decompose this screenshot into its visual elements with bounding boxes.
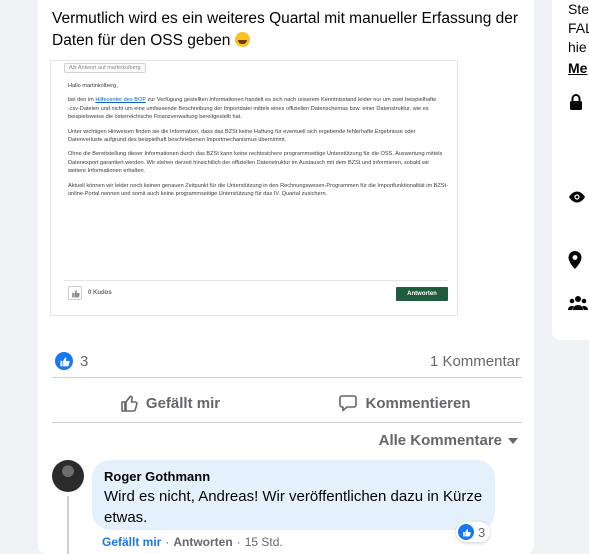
like-button[interactable]: Gefällt mir bbox=[52, 386, 287, 420]
kudos-count: 0 Kudos bbox=[88, 290, 112, 296]
comment-sort-dropdown[interactable]: Alle Kommentare bbox=[379, 432, 518, 449]
comment-label: Kommentieren bbox=[365, 394, 471, 412]
screenshot-body: Hallo martinkolberg, bei den im Hilfecen… bbox=[68, 82, 448, 204]
right-sidebar: Ste FAL hie Me bbox=[552, 0, 589, 340]
post-text: Vermutlich wird es ein weiteres Quartal … bbox=[52, 8, 522, 52]
divider bbox=[52, 377, 522, 378]
comment-time[interactable]: 15 Std. bbox=[245, 535, 283, 549]
eye-icon bbox=[569, 191, 585, 203]
comment-like-link[interactable]: Gefällt mir bbox=[102, 535, 161, 549]
attached-screenshot[interactable]: Als Antwort auf martinkolberg Hallo mart… bbox=[50, 60, 458, 316]
paragraph-4: Aktuell können wir leider noch keinen ge… bbox=[68, 182, 448, 198]
reaction-count[interactable]: 3 bbox=[80, 353, 88, 370]
sidebar-text: FAL bbox=[568, 20, 589, 36]
like-reaction-icon bbox=[55, 352, 73, 370]
post-card: Vermutlich wird es ein weiteres Quartal … bbox=[38, 0, 534, 554]
location-pin-icon bbox=[568, 251, 582, 269]
reactions-summary[interactable]: 3 1 Kommentar bbox=[52, 350, 522, 374]
post-body: Vermutlich wird es ein weiteres Quartal … bbox=[52, 10, 519, 49]
comment-author[interactable]: Roger Gothmann bbox=[104, 469, 210, 484]
comment-text: Wird es nicht, Andreas! Wir veröffentlic… bbox=[104, 488, 483, 526]
paragraph-1: bei den im Hilfecenter des BOP zur Verfü… bbox=[68, 97, 437, 121]
crying-face-emoji-icon bbox=[234, 32, 250, 47]
group-icon bbox=[568, 296, 588, 310]
greeting: Hallo martinkolberg, bbox=[68, 83, 118, 89]
kudos-thumb-icon bbox=[68, 286, 82, 300]
comment-reaction-count: 3 bbox=[478, 524, 486, 540]
comment-bubble: Roger Gothmann Wird es nicht, Andreas! W… bbox=[92, 460, 495, 530]
paragraph-2: Unter wichtigen Hinweisen finden sie die… bbox=[68, 128, 416, 144]
quote-label: Als Antwort auf martinkolberg bbox=[64, 63, 146, 73]
comment-reply-link[interactable]: Antworten bbox=[173, 535, 232, 549]
screenshot-divider bbox=[64, 280, 448, 281]
thread-line bbox=[67, 496, 69, 554]
commenter-avatar[interactable] bbox=[52, 460, 84, 492]
comment-button[interactable]: Kommentieren bbox=[287, 386, 522, 420]
separator: · bbox=[236, 535, 241, 549]
chevron-down-icon bbox=[508, 437, 518, 444]
sidebar-text: Ste bbox=[568, 1, 589, 17]
sort-label: Alle Kommentare bbox=[378, 432, 502, 449]
sidebar-text: hie bbox=[568, 39, 587, 55]
comment-count[interactable]: 1 Kommentar bbox=[430, 353, 520, 370]
sidebar-more-link[interactable]: Me bbox=[568, 59, 587, 78]
hilfecenter-link: Hilfecenter des BOP bbox=[95, 97, 146, 104]
divider bbox=[52, 422, 522, 423]
lock-icon bbox=[570, 94, 582, 110]
comment-icon bbox=[339, 395, 358, 412]
separator: · bbox=[165, 535, 170, 549]
screenshot-reply-button: Antworten bbox=[396, 287, 448, 301]
comment-meta: Gefällt mir · Antworten · 15 Std. bbox=[102, 535, 283, 549]
like-label: Gefällt mir bbox=[145, 394, 221, 412]
like-reaction-icon bbox=[458, 524, 474, 540]
comment-reactions[interactable]: 3 bbox=[456, 522, 491, 542]
thumbs-up-icon bbox=[121, 395, 138, 412]
paragraph-3: Ohne die Bereitstellung dieser Informati… bbox=[68, 151, 443, 175]
post-actions: Gefällt mir Kommentieren bbox=[52, 386, 522, 420]
